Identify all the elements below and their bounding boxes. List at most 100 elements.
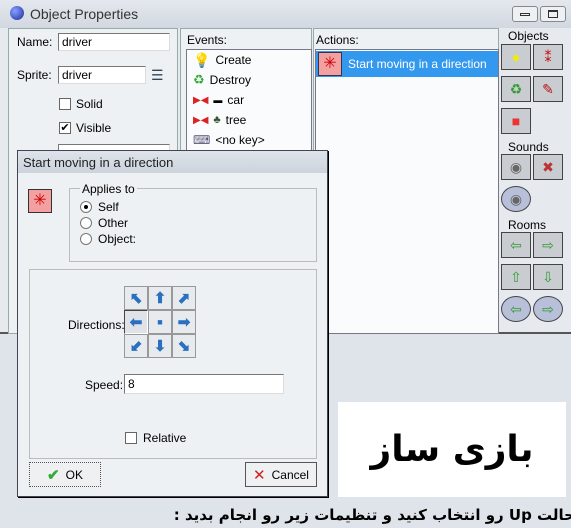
previous-room-button[interactable]: ⇦ [501,232,531,258]
arrow-left-icon: ⇦ [510,236,522,253]
arrow-up-left-icon: ⬉ [129,290,143,307]
next-room-button[interactable]: ⇨ [533,232,563,258]
arrow-up-icon: ⬆ [153,290,167,307]
create-instance-button[interactable]: ● [501,44,531,70]
sprite-label: Sprite: [17,68,52,82]
directions-label: Directions: [68,318,125,332]
event-label: Destroy [209,73,251,87]
radio-button[interactable] [80,217,92,229]
cancel-button[interactable]: ✕ Cancel [245,462,317,487]
rooms-group-label: Rooms [508,218,547,232]
radio-label: Other [98,216,129,230]
event-label: <no key> [215,133,265,147]
direction-up-right-button[interactable]: ⬈ [172,286,196,310]
visible-checkbox[interactable]: ✔ [59,122,71,134]
radio-other[interactable]: Other [80,216,128,230]
change-instance-button[interactable]: ⁑ [533,44,563,70]
name-label: Name: [17,35,53,49]
app-icon [10,6,24,20]
speaker-icon: ◉ [509,158,523,175]
direction-down-right-button[interactable]: ⬊ [172,334,196,358]
radio-button[interactable] [80,233,92,245]
sprite-menu-icon[interactable]: ☰ [151,67,164,84]
actions-panel: Actions: ✳ Start moving in a direction [313,28,499,334]
direction-down-button[interactable]: ⬇ [148,334,172,358]
speaker-icon: ◉ [509,190,523,207]
event-label: car [227,93,245,107]
restore-icon [548,10,558,18]
arrow-down-right-icon: ⬊ [177,338,191,355]
name-input[interactable] [58,33,170,51]
radio-self[interactable]: Self [80,200,119,214]
arrow-right-icon: ➡ [177,314,191,331]
speed-input[interactable] [124,374,284,394]
applies-to-label: Applies to [80,182,137,196]
sprite-input[interactable] [58,66,146,84]
arrow-down-icon: ⬇ [153,338,167,355]
keyboard-icon: ⌨ [193,133,211,147]
direction-up-button[interactable]: ⬆ [148,286,172,310]
actions-list: ✳ Start moving in a direction [315,49,499,334]
move-direction-dialog: Start moving in a direction ✳ Applies to… [17,150,328,497]
event-create[interactable]: 💡 Create [193,50,251,70]
radio-label: Self [98,200,119,214]
action-label: Start moving in a direction [348,57,487,71]
relative-checkbox[interactable] [125,432,137,444]
minimize-icon [520,13,530,16]
destroy-instance-button[interactable]: ♻ [501,76,531,102]
dynamite-icon: ✎ [542,80,554,97]
dialog-title: Start moving in a direction [18,151,327,173]
arrow-left-icon: ⬅ [129,314,143,331]
cancel-label: Cancel [271,467,309,482]
stop-sound-button[interactable]: ✖ [533,154,563,180]
caption-text: حالت Up رو انتخاب کنید و تنظیمات زیر رو … [173,506,571,524]
visible-label: Visible [76,121,112,135]
radio-button[interactable] [80,201,92,213]
event-no-key[interactable]: ⌨ <no key> [193,130,265,150]
settings-group: Directions: ⬉ ⬆ ⬈ ⬅ ■ ➡ ⬋ ⬇ ⬊ Speed: Rel… [29,269,317,459]
check-next-room-button[interactable]: ⇨ [533,296,563,322]
trash-icon: ♻ [193,72,205,87]
action-item[interactable]: ✳ Start moving in a direction [316,51,498,77]
direction-right-button[interactable]: ➡ [172,310,196,334]
restart-room-button[interactable]: ⇧ [501,264,531,290]
radio-label: Object: [98,232,137,246]
arrow-right-icon: ⇨ [542,300,554,317]
solid-checkbox[interactable] [59,98,71,110]
ok-label: OK [65,467,83,482]
different-room-button[interactable]: ⇩ [533,264,563,290]
checkmark-icon: ✔ [47,466,60,484]
sounds-group-label: Sounds [508,140,549,154]
direction-stop-button[interactable]: ■ [148,310,172,334]
change-sprite-button[interactable]: ■ [501,108,531,134]
window-title: Object Properties [30,6,139,22]
event-label: Create [215,53,252,67]
title-bar: Object Properties [0,0,571,28]
minimize-button[interactable] [512,6,538,22]
radio-object[interactable]: Object: [80,232,136,246]
direction-left-button[interactable]: ⬅ [124,310,148,334]
colors-icon: ■ [511,113,521,129]
arrow-down-icon: ⇩ [542,268,554,285]
event-destroy[interactable]: ♻ Destroy [193,70,251,90]
arrow-up-right-icon: ⬈ [177,290,191,307]
play-sound-button[interactable]: ◉ [501,154,531,180]
event-collision-car[interactable]: ▶◀ ▬ car [193,90,244,110]
events-label: Events: [187,33,228,47]
direction-down-left-button[interactable]: ⬋ [124,334,148,358]
ok-button[interactable]: ✔ OK [29,462,101,487]
check-sound-button[interactable]: ◉ [501,186,531,212]
event-label: tree [225,113,247,127]
destroy-at-position-button[interactable]: ✎ [533,76,563,102]
move-direction-icon: ✳ [318,52,342,76]
collision-icon: ▶◀ [193,114,209,126]
cross-icon: ✕ [253,466,266,484]
restore-button[interactable] [540,6,566,22]
collision-icon: ▶◀ [193,94,209,106]
check-previous-room-button[interactable]: ⇦ [501,296,531,322]
speed-label: Speed: [85,378,124,392]
event-collision-tree[interactable]: ▶◀ ♣ tree [193,110,246,130]
actions-label: Actions: [316,33,359,47]
direction-up-left-button[interactable]: ⬉ [124,286,148,310]
arrow-down-left-icon: ⬋ [129,338,143,355]
